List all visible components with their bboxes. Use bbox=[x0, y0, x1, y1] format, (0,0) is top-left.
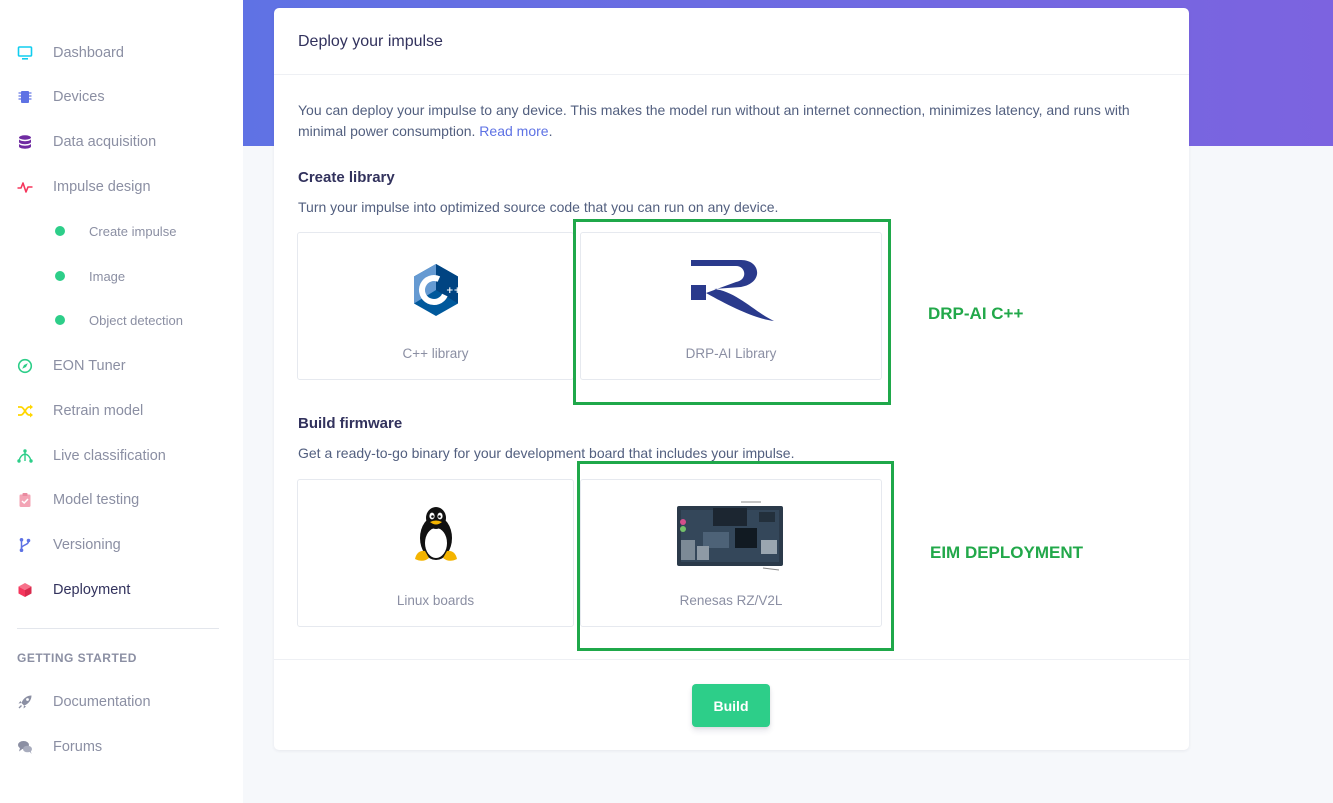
deploy-card: Deploy your impulse You can deploy your … bbox=[274, 8, 1189, 750]
network-icon bbox=[17, 448, 33, 464]
sidebar-subitem-object-detection[interactable]: Object detection bbox=[0, 305, 243, 335]
board-image bbox=[675, 498, 787, 579]
intro-body: You can deploy your impulse to any devic… bbox=[298, 102, 1130, 139]
tile-label: Linux boards bbox=[396, 593, 475, 608]
sidebar-subitem-label: Object detection bbox=[89, 312, 183, 328]
create-library-title: Create library bbox=[298, 169, 395, 186]
pulse-icon bbox=[17, 179, 33, 195]
monitor-icon bbox=[17, 45, 33, 61]
linux-boards-option[interactable]: Linux boards bbox=[297, 479, 574, 627]
tile-label: DRP-AI Library bbox=[685, 346, 777, 361]
sidebar-item-model-testing[interactable]: Model testing bbox=[0, 482, 243, 518]
sidebar-item-label: Dashboard bbox=[53, 45, 124, 61]
sidebar-item-label: Versioning bbox=[53, 537, 121, 553]
intro-text: You can deploy your impulse to any devic… bbox=[298, 100, 1168, 142]
sidebar: Dashboard Devices Data acquisition Impul… bbox=[0, 0, 243, 803]
sidebar-item-retrain-model[interactable]: Retrain model bbox=[0, 393, 243, 429]
intro-period: . bbox=[548, 123, 553, 139]
sidebar-item-label: Forums bbox=[53, 739, 103, 755]
status-dot bbox=[55, 271, 65, 281]
eim-annotation: EIM DEPLOYMENT bbox=[930, 543, 1084, 562]
compass-icon bbox=[17, 358, 33, 374]
sidebar-item-forums[interactable]: Forums bbox=[0, 729, 243, 765]
sidebar-item-label: Retrain model bbox=[53, 403, 144, 419]
cube-icon bbox=[17, 582, 33, 598]
sidebar-divider bbox=[17, 628, 219, 629]
renesas-rzv2l-option[interactable]: Renesas RZ/V2L bbox=[580, 479, 882, 627]
clipboard-check-icon bbox=[17, 492, 33, 508]
cpp-library-option[interactable]: ++ C++ library bbox=[297, 232, 574, 380]
sidebar-subitem-label: Create impulse bbox=[89, 223, 177, 239]
read-more-link[interactable]: Read more bbox=[479, 123, 548, 139]
sidebar-item-label: Documentation bbox=[53, 694, 151, 710]
drp-ai-annotation: DRP-AI C++ bbox=[928, 304, 1024, 323]
sidebar-subitem-create-impulse[interactable]: Create impulse bbox=[0, 216, 243, 246]
sidebar-item-label: EON Tuner bbox=[53, 358, 126, 374]
sidebar-subitem-label: Image bbox=[89, 268, 126, 284]
branch-icon bbox=[17, 537, 33, 553]
sidebar-item-versioning[interactable]: Versioning bbox=[0, 527, 243, 563]
status-dot bbox=[55, 315, 65, 325]
status-dot bbox=[55, 226, 65, 236]
shuffle-icon bbox=[17, 403, 33, 419]
build-firmware-title: Build firmware bbox=[298, 415, 403, 432]
tile-label: C++ library bbox=[402, 346, 469, 361]
sidebar-item-devices[interactable]: Devices bbox=[0, 79, 243, 115]
sidebar-item-label: Impulse design bbox=[53, 179, 151, 195]
card-footer-divider bbox=[274, 659, 1189, 660]
sidebar-item-impulse-design[interactable]: Impulse design bbox=[0, 169, 243, 205]
sidebar-item-live-classification[interactable]: Live classification bbox=[0, 438, 243, 474]
sidebar-item-data-acquisition[interactable]: Data acquisition bbox=[0, 124, 243, 160]
page-title: Deploy your impulse bbox=[298, 33, 443, 50]
create-library-desc: Turn your impulse into optimized source … bbox=[298, 199, 779, 215]
sidebar-item-label: Live classification bbox=[53, 448, 166, 464]
svg-text:++: ++ bbox=[446, 286, 460, 296]
database-icon bbox=[17, 134, 33, 150]
sidebar-item-label: Deployment bbox=[53, 582, 131, 598]
build-button[interactable]: Build bbox=[692, 684, 770, 727]
sidebar-item-label: Model testing bbox=[53, 492, 140, 508]
sidebar-item-label: Data acquisition bbox=[53, 134, 157, 150]
sidebar-item-label: Devices bbox=[53, 89, 105, 105]
cpp-logo-icon: ++ bbox=[412, 263, 461, 322]
card-header: Deploy your impulse bbox=[274, 8, 1189, 75]
sidebar-subitem-image[interactable]: Image bbox=[0, 261, 243, 291]
sidebar-item-eon-tuner[interactable]: EON Tuner bbox=[0, 348, 243, 384]
sidebar-item-deployment[interactable]: Deployment bbox=[0, 572, 243, 608]
tile-label: Renesas RZ/V2L bbox=[679, 593, 783, 608]
renesas-logo-icon bbox=[686, 255, 776, 328]
getting-started-heading: GETTING STARTED bbox=[17, 651, 137, 665]
rocket-icon bbox=[17, 694, 33, 710]
sidebar-item-dashboard[interactable]: Dashboard bbox=[0, 35, 243, 71]
drp-ai-library-option[interactable]: DRP-AI Library bbox=[580, 232, 882, 380]
sidebar-item-documentation[interactable]: Documentation bbox=[0, 684, 243, 720]
build-firmware-desc: Get a ready-to-go binary for your develo… bbox=[298, 445, 795, 461]
chat-icon bbox=[17, 739, 33, 755]
linux-penguin-icon bbox=[411, 504, 461, 569]
chip-icon bbox=[17, 89, 33, 105]
